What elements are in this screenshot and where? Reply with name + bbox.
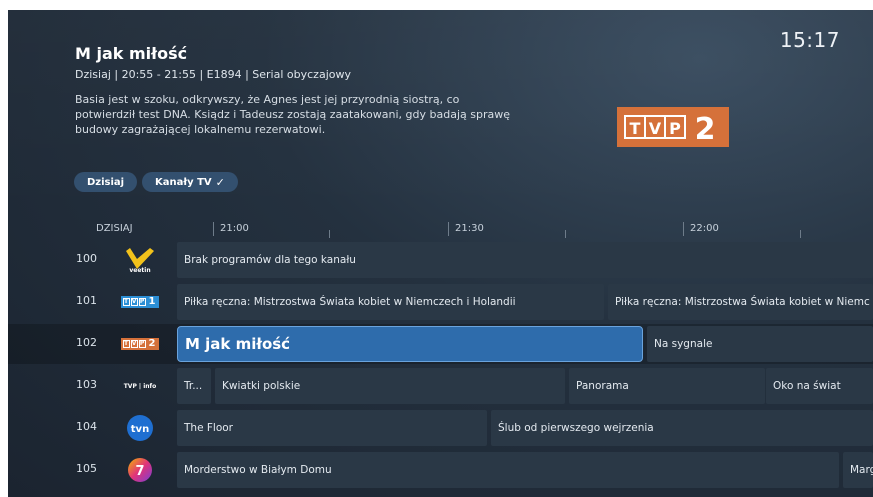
tvp1-logo: T V P 1 [120,287,160,317]
filter-today-label: Dzisiaj [87,176,125,188]
program-title-label: Oko na świat [773,380,841,392]
program-cell[interactable]: Piłka ręczna: Mistrzostwa Świata kobiet … [608,284,873,320]
tvn-logo-icon: tvn [127,415,153,441]
tv7-logo-icon: 7 [128,458,152,482]
veeting-logo: veetin [122,245,158,275]
channel-row-103: 103 TVP | info Tr... Kwiatki polskie Pan… [8,366,873,406]
tick-minor [800,230,801,238]
tick-major [213,222,214,236]
channel-row-105: 105 7 Morderstwo w Białym Domu Marg [8,450,873,490]
program-meta: Dzisiaj | 20:55 - 21:55 | E1894 | Serial… [75,68,351,81]
channel-number: 101 [76,294,97,307]
channel-row-100: 100 veetin Brak programów dla tego kanał… [8,240,873,280]
program-title-label: Panorama [576,380,629,392]
program-title-label: Kwiatki polskie [222,380,301,392]
filter-channels-label: Kanały TV [155,176,212,188]
program-title-label: Brak programów dla tego kanału [184,254,356,266]
tvp2-hero-logo: T V P 2 [617,107,729,147]
veeting-logo-text: veetin [129,267,150,274]
timeline-header: DZISIAJ 21:00 21:30 22:00 [8,222,873,242]
tvn-logo-text: tvn [131,424,149,435]
program-title-label: The Floor [184,422,233,434]
program-cell[interactable]: Morderstwo w Białym Domu [177,452,839,488]
program-title-label: Tr... [184,380,203,392]
time-label-2130: 21:30 [455,223,484,234]
program-cell[interactable]: Oko na świat [766,368,873,404]
program-title-label: Na sygnale [654,338,713,350]
program-cell[interactable]: Panorama [569,368,765,404]
tick-major [683,222,684,236]
time-label-2100: 21:00 [220,223,249,234]
program-title-label: Piłka ręczna: Mistrzostwa Świata kobiet … [615,296,870,308]
program-cell-selected[interactable]: M jak miłość [177,326,643,362]
program-cell[interactable]: Marg [843,452,873,488]
program-title-label: Morderstwo w Białym Domu [184,464,332,476]
program-cell[interactable]: The Floor [177,410,487,446]
program-description: Basia jest w szoku, odkrywszy, że Agnes … [75,93,510,136]
tvp2-logo: T V P 2 [120,329,160,359]
tick-minor [329,230,330,238]
filter-today-chip[interactable]: Dzisiaj [74,172,138,192]
tvp1-logo-mark: T V P 1 [120,296,160,308]
tvp2-logo-number: 2 [148,338,156,349]
veeting-logo-icon: veetin [126,248,154,274]
tv7-logo: 7 [122,455,158,485]
tvp2-logo-letter: P [138,340,146,348]
tvp1-logo-number: 1 [148,296,156,307]
program-cell[interactable]: Na sygnale [647,326,873,362]
hero-logo-letter-v: V [649,119,662,138]
tvp1-logo-letter: P [138,298,146,306]
tick-major [448,222,449,236]
clock: 15:17 [779,28,840,52]
tvp2-logo-letter: V [130,340,138,348]
channel-row-104: 104 tvn The Floor Ślub od pierwszego wej… [8,408,873,448]
tvp-info-logo-text: TVP | info [123,382,157,390]
program-cell[interactable]: Piłka ręczna: Mistrzostwa Świata kobiet … [177,284,604,320]
program-cell[interactable]: Brak programów dla tego kanału [177,242,873,278]
time-label-2200: 22:00 [690,223,719,234]
channel-number: 105 [76,462,97,475]
program-cell[interactable]: Ślub od pierwszego wejrzenia [491,410,873,446]
channel-number: 103 [76,378,97,391]
program-title-label: Piłka ręczna: Mistrzostwa Świata kobiet … [184,296,516,308]
tvp-info-logo: TVP | info [122,371,158,401]
channel-row-101: 101 T V P 1 Piłka ręczna: Mistrzostwa Św… [8,282,873,322]
tvn-logo: tvn [122,413,158,443]
program-cell[interactable]: Tr... [177,368,211,404]
program-title-label: Ślub od pierwszego wejrzenia [498,422,654,434]
program-cell[interactable]: Kwiatki polskie [215,368,565,404]
tv7-logo-text: 7 [135,464,144,479]
program-title-label: M jak miłość [185,335,291,353]
channel-number: 100 [76,252,97,265]
tv-guide-screen: 15:17 M jak miłość Dzisiaj | 20:55 - 21:… [8,10,873,497]
tvp2-logo-mark: T V P 2 [120,338,160,350]
hero-logo-letter-t: T [630,119,641,138]
tvp1-logo-letter: T [122,298,130,306]
hero-logo-number: 2 [695,112,716,147]
hero-logo-letter-p: P [669,119,681,138]
tick-minor [565,230,566,238]
channel-row-102: 102 T V P 2 M jak miłość Na sygnale [8,324,873,364]
program-title: M jak miłość [75,44,188,63]
timeline-day: DZISIAJ [96,223,133,234]
check-icon: ✓ [215,175,225,189]
tvp1-logo-letter: V [130,298,138,306]
channel-number: 102 [76,336,97,349]
filter-channels-chip[interactable]: Kanały TV ✓ [142,172,238,192]
program-title-label: Marg [850,464,873,476]
tvp2-logo-letter: T [122,340,130,348]
channel-number: 104 [76,420,97,433]
